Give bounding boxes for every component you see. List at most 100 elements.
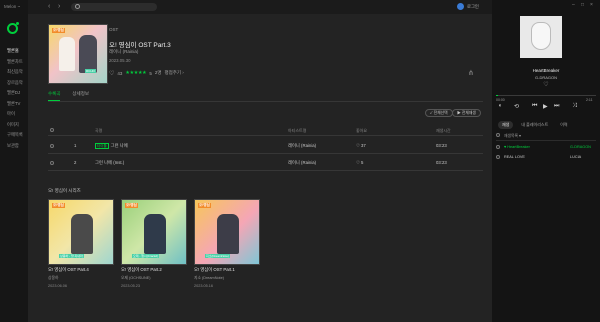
now-playing-artist[interactable]: G-DRAGON bbox=[492, 75, 600, 80]
list-item[interactable]: ♥ HeartBreaker G-DRAGON bbox=[496, 143, 596, 153]
series-card[interactable]: 오!영심 오제 - 행시(Crackd) 오! 영심이 OST Part.2 오… bbox=[121, 199, 187, 288]
search-icon[interactable] bbox=[75, 4, 80, 9]
playlist-header[interactable]: 재생목록 ▾ bbox=[496, 132, 596, 141]
progress-bar[interactable] bbox=[496, 95, 596, 96]
cover-caption: 지소(DreamNote) bbox=[205, 254, 230, 258]
sidebar-item-home[interactable]: 멜론홈 bbox=[7, 46, 23, 57]
minimize-icon[interactable]: – bbox=[572, 2, 575, 8]
col-like: 좋아요 bbox=[356, 128, 368, 133]
heart-icon[interactable]: ♡ bbox=[492, 81, 600, 88]
track-artist[interactable]: 레이니 (Rainia) bbox=[288, 143, 316, 149]
volume-icon[interactable]: ◖ bbox=[498, 103, 502, 109]
cover-caption: 상몽하 - 잘 지내라 bbox=[59, 254, 84, 258]
cover-figure bbox=[144, 214, 166, 254]
sidebar-item-my[interactable]: 마이 bbox=[7, 109, 23, 120]
tab-details[interactable]: 상세정보 bbox=[72, 91, 89, 101]
maximize-icon[interactable]: □ bbox=[581, 2, 584, 8]
queue-track-artist[interactable]: G-DRAGON bbox=[570, 145, 591, 149]
tab-tracks[interactable]: 수록곡 bbox=[48, 91, 61, 101]
close-icon[interactable]: × bbox=[590, 2, 593, 8]
table-row[interactable]: 2 그런 나에 (Inst.) 레이니 (Rainia) ♡ 5 03:23 bbox=[48, 155, 483, 171]
melon-logo-icon[interactable] bbox=[7, 22, 19, 34]
track-likes[interactable]: ♡ 37 bbox=[356, 143, 366, 149]
table-row[interactable]: 1 타이틀 그런 나에 레이니 (Rainia) ♡ 37 03:23 bbox=[48, 138, 483, 154]
track-title[interactable]: 그런 나에 (Inst.) bbox=[95, 160, 124, 166]
album-stats: ♡ 43 ★★★★★ 5 2명 평점주기 › bbox=[109, 69, 184, 77]
next-icon[interactable]: ⏭ bbox=[554, 103, 559, 110]
sidebar-item-purchases[interactable]: 구매목록 bbox=[7, 130, 23, 141]
series-card-cover[interactable]: 오!영심 오제 - 행시(Crackd) bbox=[121, 199, 187, 265]
login-link[interactable]: 로그인 bbox=[467, 4, 479, 10]
previous-icon[interactable]: ⏮ bbox=[532, 103, 537, 110]
tab-my-playlist[interactable]: 내 플레이리스트 bbox=[517, 121, 552, 129]
search-box[interactable] bbox=[71, 3, 157, 11]
series-card-title[interactable]: 오! 영심이 OST Part.2 bbox=[121, 267, 187, 273]
queue-track-title[interactable]: ♥ HeartBreaker bbox=[504, 145, 530, 149]
track-title[interactable]: 타이틀 그런 나에 bbox=[95, 143, 128, 149]
series-card-artist[interactable]: 상몽하 bbox=[48, 276, 114, 281]
repeat-icon[interactable]: ⟲ bbox=[514, 103, 519, 110]
like-count: 43 bbox=[117, 70, 123, 76]
album-cover[interactable]: 오!영심 RCHO bbox=[48, 24, 108, 84]
series-card-date: 2023.05.16 bbox=[194, 284, 214, 288]
rating-count: 2명 bbox=[154, 70, 162, 75]
total-time: 2:11 bbox=[586, 98, 593, 102]
series-card-artist[interactable]: 오제 (OCHSUNE) bbox=[121, 276, 187, 281]
series-card-cover[interactable]: 오!영심 지소(DreamNote) bbox=[194, 199, 260, 265]
shuffle-icon[interactable]: ⤨ bbox=[572, 103, 577, 110]
track-length: 03:23 bbox=[436, 160, 447, 165]
album-artist[interactable]: 레이니 (Rainia) bbox=[109, 49, 138, 55]
list-item[interactable]: REAL LOVE LUCIA bbox=[496, 153, 596, 163]
track-table-header: 곡명 아티스트명 좋아요 재생시간 bbox=[48, 124, 483, 136]
sidebar-item-image[interactable]: 이미지 bbox=[7, 120, 23, 131]
select-all-checkbox[interactable] bbox=[496, 133, 500, 137]
series-card-title[interactable]: 오! 영심이 OST Part.1 bbox=[194, 267, 260, 273]
rating-stars-icon: ★★★★★ bbox=[125, 70, 147, 76]
queue-track-title[interactable]: REAL LOVE bbox=[504, 155, 525, 159]
sidebar-item-dj[interactable]: 멜론DJ bbox=[7, 88, 23, 99]
track-title-text[interactable]: 그런 나에 bbox=[111, 143, 128, 148]
back-icon[interactable]: ‹ bbox=[48, 3, 50, 10]
cover-figure bbox=[217, 214, 239, 254]
sidebar-item-tv[interactable]: 멜론TV bbox=[7, 99, 23, 110]
playlist-title[interactable]: 재생목록 ▾ bbox=[504, 133, 521, 139]
queue-track-artist[interactable]: LUCIA bbox=[570, 155, 581, 159]
rate-button[interactable]: 평점주기 › bbox=[165, 70, 184, 76]
sidebar-item-genre[interactable]: 장르음악 bbox=[7, 78, 23, 89]
player-tabs: 재생 내 플레이리스트 이력 bbox=[498, 121, 572, 129]
select-all-button[interactable]: ✓ 전체선택 bbox=[425, 109, 453, 117]
select-all-checkbox[interactable] bbox=[50, 128, 54, 132]
sidebar-item-latest[interactable]: 최신음악 bbox=[7, 67, 23, 78]
heart-icon[interactable]: ♡ bbox=[109, 70, 114, 77]
row-checkbox[interactable] bbox=[496, 145, 500, 149]
album-title: 오! 영심이 OST Part.3 bbox=[109, 42, 171, 49]
forward-icon[interactable]: › bbox=[58, 3, 60, 10]
track-artist[interactable]: 레이니 (Rainia) bbox=[288, 160, 316, 166]
profile-icon[interactable] bbox=[457, 3, 464, 10]
sidebar-item-chart[interactable]: 멜론차트 bbox=[7, 57, 23, 68]
search-input[interactable] bbox=[83, 3, 153, 11]
cover-badge: 오!영심 bbox=[52, 28, 65, 33]
album-tabs: 수록곡 상세정보 bbox=[48, 91, 89, 101]
col-title: 곡명 bbox=[95, 128, 103, 133]
play-icon[interactable]: ▶ bbox=[543, 103, 548, 110]
share-icon[interactable]: ⋔ bbox=[468, 69, 474, 77]
tab-play-queue[interactable]: 재생 bbox=[498, 121, 514, 129]
series-card[interactable]: 오!영심 지소(DreamNote) 오! 영심이 OST Part.1 지소 … bbox=[194, 199, 260, 288]
series-card-artist[interactable]: 지소 (DreamNote) bbox=[194, 276, 260, 281]
row-checkbox[interactable] bbox=[50, 144, 54, 148]
cover-badge: 오!영심 bbox=[125, 203, 138, 208]
row-checkbox[interactable] bbox=[496, 155, 500, 159]
tab-history[interactable]: 이력 bbox=[556, 121, 571, 129]
now-playing-cover[interactable] bbox=[520, 16, 562, 58]
series-card-title[interactable]: 오! 영심이 OST Part.4 bbox=[48, 267, 114, 273]
sidebar-nav: 멜론홈 멜론차트 최신음악 장르음악 멜론DJ 멜론TV 마이 이미지 구매목록… bbox=[7, 46, 23, 151]
series-card[interactable]: 오!영심 상몽하 - 잘 지내라 오! 영심이 OST Part.4 상몽하 2… bbox=[48, 199, 114, 288]
title-track-badge: 타이틀 bbox=[95, 143, 109, 149]
sidebar-item-storage[interactable]: 보관함 bbox=[7, 141, 23, 152]
app-brand[interactable]: Melon ~ bbox=[4, 4, 20, 9]
series-card-cover[interactable]: 오!영심 상몽하 - 잘 지내라 bbox=[48, 199, 114, 265]
row-checkbox[interactable] bbox=[50, 161, 54, 165]
play-all-button[interactable]: ▶ 전체재생 bbox=[452, 109, 481, 117]
track-likes[interactable]: ♡ 5 bbox=[356, 160, 363, 166]
